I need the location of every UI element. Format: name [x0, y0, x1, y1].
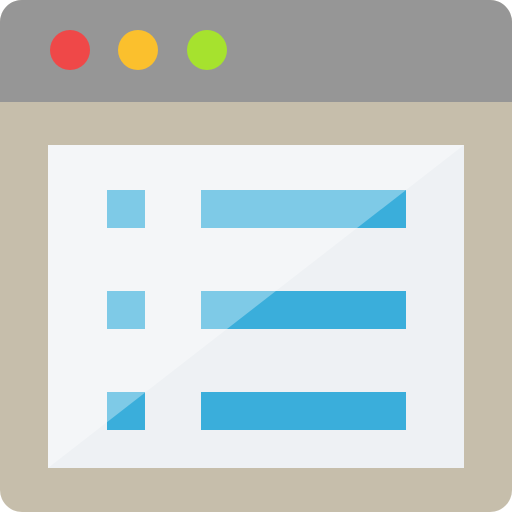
list-bullet-icon	[107, 392, 145, 430]
list-line	[201, 291, 406, 329]
document-panel	[48, 145, 464, 468]
list-line	[201, 392, 406, 430]
browser-window	[0, 0, 512, 512]
list-bullet-icon	[107, 291, 145, 329]
list-line	[201, 190, 406, 228]
minimize-button[interactable]	[118, 30, 158, 70]
window-titlebar	[0, 0, 512, 102]
close-button[interactable]	[50, 30, 90, 70]
maximize-button[interactable]	[187, 30, 227, 70]
list-bullet-icon	[107, 190, 145, 228]
